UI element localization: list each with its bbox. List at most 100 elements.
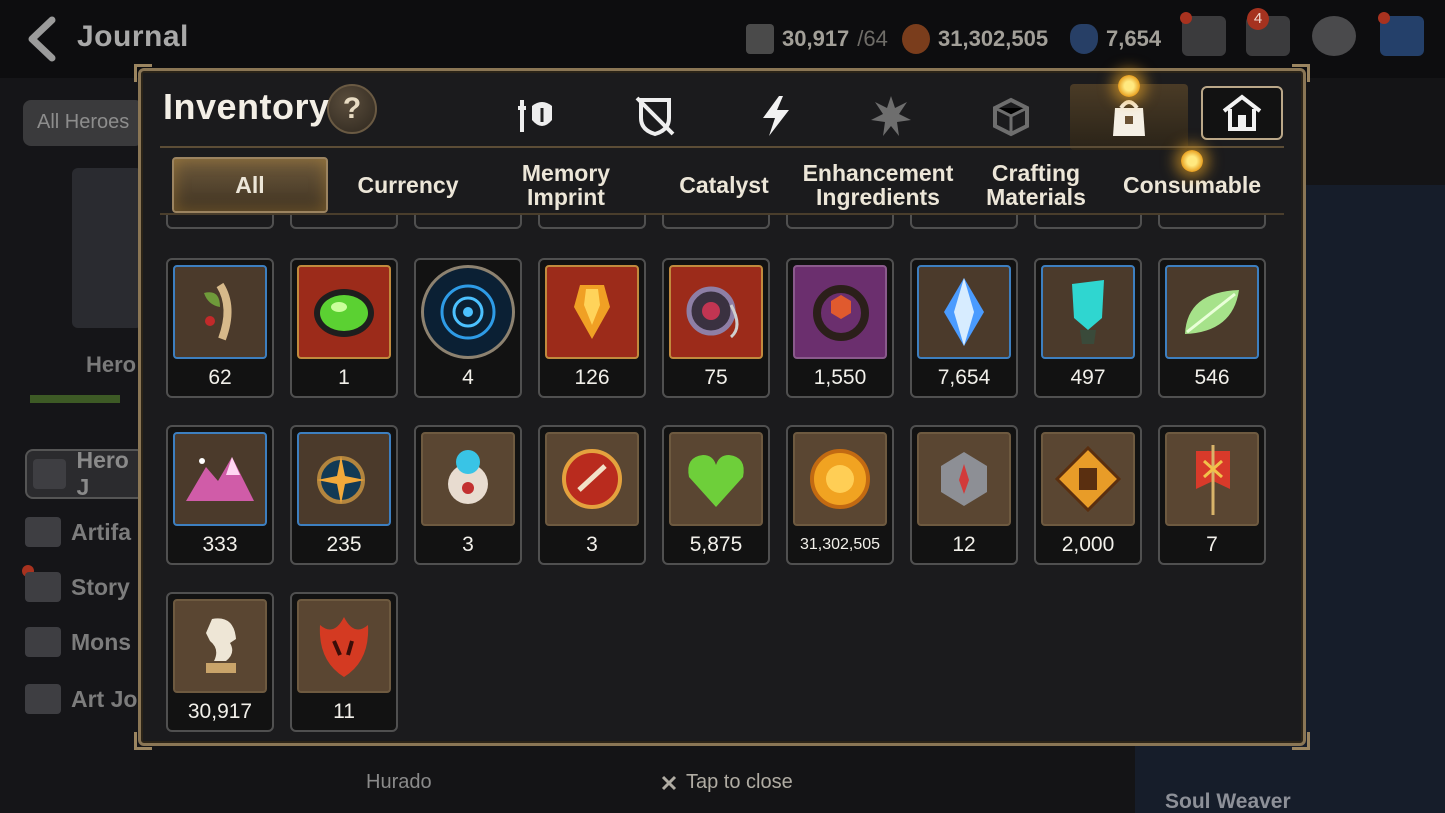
pink-mountain-icon <box>173 432 267 526</box>
skystone-icon <box>746 24 774 54</box>
ring-icon <box>793 265 887 359</box>
inventory-item[interactable]: 1,550 <box>786 258 894 398</box>
notification-dot <box>1118 75 1140 97</box>
back-arrow-icon[interactable] <box>22 16 62 62</box>
gold-counter[interactable]: 31,302,505 <box>902 22 1048 56</box>
green-orb-icon <box>297 265 391 359</box>
blue-gem-icon <box>917 265 1011 359</box>
inventory-item[interactable]: 333 <box>166 425 274 565</box>
equipment-icon[interactable] <box>508 88 564 144</box>
top-bar <box>0 0 1445 78</box>
home-icon[interactable] <box>1201 86 1283 140</box>
seal-badge-icon <box>545 432 639 526</box>
inventory-item[interactable]: 126 <box>538 258 646 398</box>
inventory-item[interactable]: 62 <box>166 258 274 398</box>
inventory-item[interactable]: 5,875 <box>662 425 770 565</box>
grid-slot <box>414 215 522 229</box>
inventory-item[interactable]: 235 <box>290 425 398 565</box>
green-heart-icon <box>669 432 763 526</box>
sidebar-item-art-journal[interactable]: Art Jo <box>25 674 145 724</box>
item-grid: 62 1 4 126 75 1,550 7,654 497 546 333 23… <box>160 215 1284 737</box>
inventory-item[interactable]: 3 <box>538 425 646 565</box>
leaf-icon <box>1165 265 1259 359</box>
inventory-item[interactable]: 30,917 <box>166 592 274 732</box>
grid-slot <box>166 215 274 229</box>
flame-crystal-icon <box>545 265 639 359</box>
palette-icon <box>25 684 61 714</box>
scroll-icon <box>25 572 61 602</box>
herb-icon <box>173 265 267 359</box>
inventory-item[interactable]: 497 <box>1034 258 1142 398</box>
inventory-item[interactable]: 11 <box>290 592 398 732</box>
crystal-counter[interactable]: 7,654 <box>1070 22 1161 56</box>
inventory-item[interactable]: 2,000 <box>1034 425 1142 565</box>
spirit-icon[interactable] <box>863 88 919 144</box>
all-heroes-filter[interactable]: All Heroes <box>23 100 143 146</box>
class-label: Soul Weaver <box>1165 790 1291 813</box>
notification-dot <box>1180 12 1192 24</box>
sidebar-item-artifact[interactable]: Artifa <box>25 507 145 557</box>
inventory-item[interactable]: 12 <box>910 425 1018 565</box>
hero-name: Hurado <box>366 771 432 793</box>
frame-corner <box>134 64 152 82</box>
fist-emblem-icon <box>1041 432 1135 526</box>
banner-icon <box>1165 432 1259 526</box>
grid-slot <box>538 215 646 229</box>
artifact-icon[interactable] <box>747 88 803 144</box>
frame-corner <box>1292 64 1310 82</box>
hero-label: Hero <box>86 352 137 377</box>
star-compass-icon <box>297 432 391 526</box>
defense-icon[interactable] <box>627 88 683 144</box>
inventory-item[interactable]: 546 <box>1158 258 1266 398</box>
inventory-item[interactable]: 4 <box>414 258 522 398</box>
hero-card[interactable] <box>72 168 142 328</box>
grid-slot <box>786 215 894 229</box>
close-icon <box>661 775 677 790</box>
chat-icon[interactable] <box>1312 16 1356 56</box>
grid-slot <box>1034 215 1142 229</box>
inventory-item[interactable]: 31,302,505 <box>786 425 894 565</box>
help-button[interactable]: ? <box>327 84 377 134</box>
frame-corner <box>1292 732 1310 750</box>
page-title: Journal <box>77 20 189 53</box>
tab-enhancement-ingredients[interactable]: Enhancement Ingredients <box>800 157 956 213</box>
gold-coin-icon <box>793 432 887 526</box>
tab-crafting-materials[interactable]: Crafting Materials <box>960 157 1112 213</box>
sidebar-item-monster[interactable]: Mons <box>25 617 145 667</box>
knight-piece-icon <box>173 599 267 693</box>
sidebar-item-story[interactable]: Story <box>25 562 145 612</box>
notification-dot <box>1181 150 1203 172</box>
notification-dot <box>1378 12 1390 24</box>
robot-orb-icon <box>421 432 515 526</box>
grid-slot <box>1158 215 1266 229</box>
inventory-item[interactable]: 1 <box>290 258 398 398</box>
tab-currency[interactable]: Currency <box>330 157 486 213</box>
inventory-item[interactable]: 7,654 <box>910 258 1018 398</box>
sidebar-item-hero-journal[interactable]: Hero J <box>25 447 145 500</box>
grid-slot <box>662 215 770 229</box>
monster-icon <box>25 627 61 657</box>
inventory-item[interactable]: 7 <box>1158 425 1266 565</box>
lightning-icon <box>25 517 61 547</box>
divider <box>160 146 1284 148</box>
modal-title: Inventory <box>163 86 330 127</box>
frame-corner <box>134 732 152 750</box>
inventory-item[interactable]: 3 <box>414 425 522 565</box>
box-icon[interactable] <box>983 88 1039 144</box>
progress-bar <box>30 395 120 403</box>
tab-catalyst[interactable]: Catalyst <box>646 157 802 213</box>
skystone-counter[interactable]: 30,917/64 <box>746 22 888 56</box>
stone-compass-icon <box>917 432 1011 526</box>
tap-to-close[interactable]: Tap to close <box>660 771 793 794</box>
mail-badge: 4 <box>1247 8 1269 30</box>
tab-memory-imprint[interactable]: Memory Imprint <box>488 157 644 213</box>
grid-slot <box>910 215 1018 229</box>
gold-icon <box>902 24 930 54</box>
tab-all[interactable]: All <box>172 157 328 213</box>
rune-circle-icon <box>421 265 515 359</box>
red-leaf-icon <box>297 599 391 693</box>
amulet-icon <box>669 265 763 359</box>
inventory-item[interactable]: 75 <box>662 258 770 398</box>
hero-icon <box>33 459 67 489</box>
teal-crystal-icon <box>1041 265 1135 359</box>
